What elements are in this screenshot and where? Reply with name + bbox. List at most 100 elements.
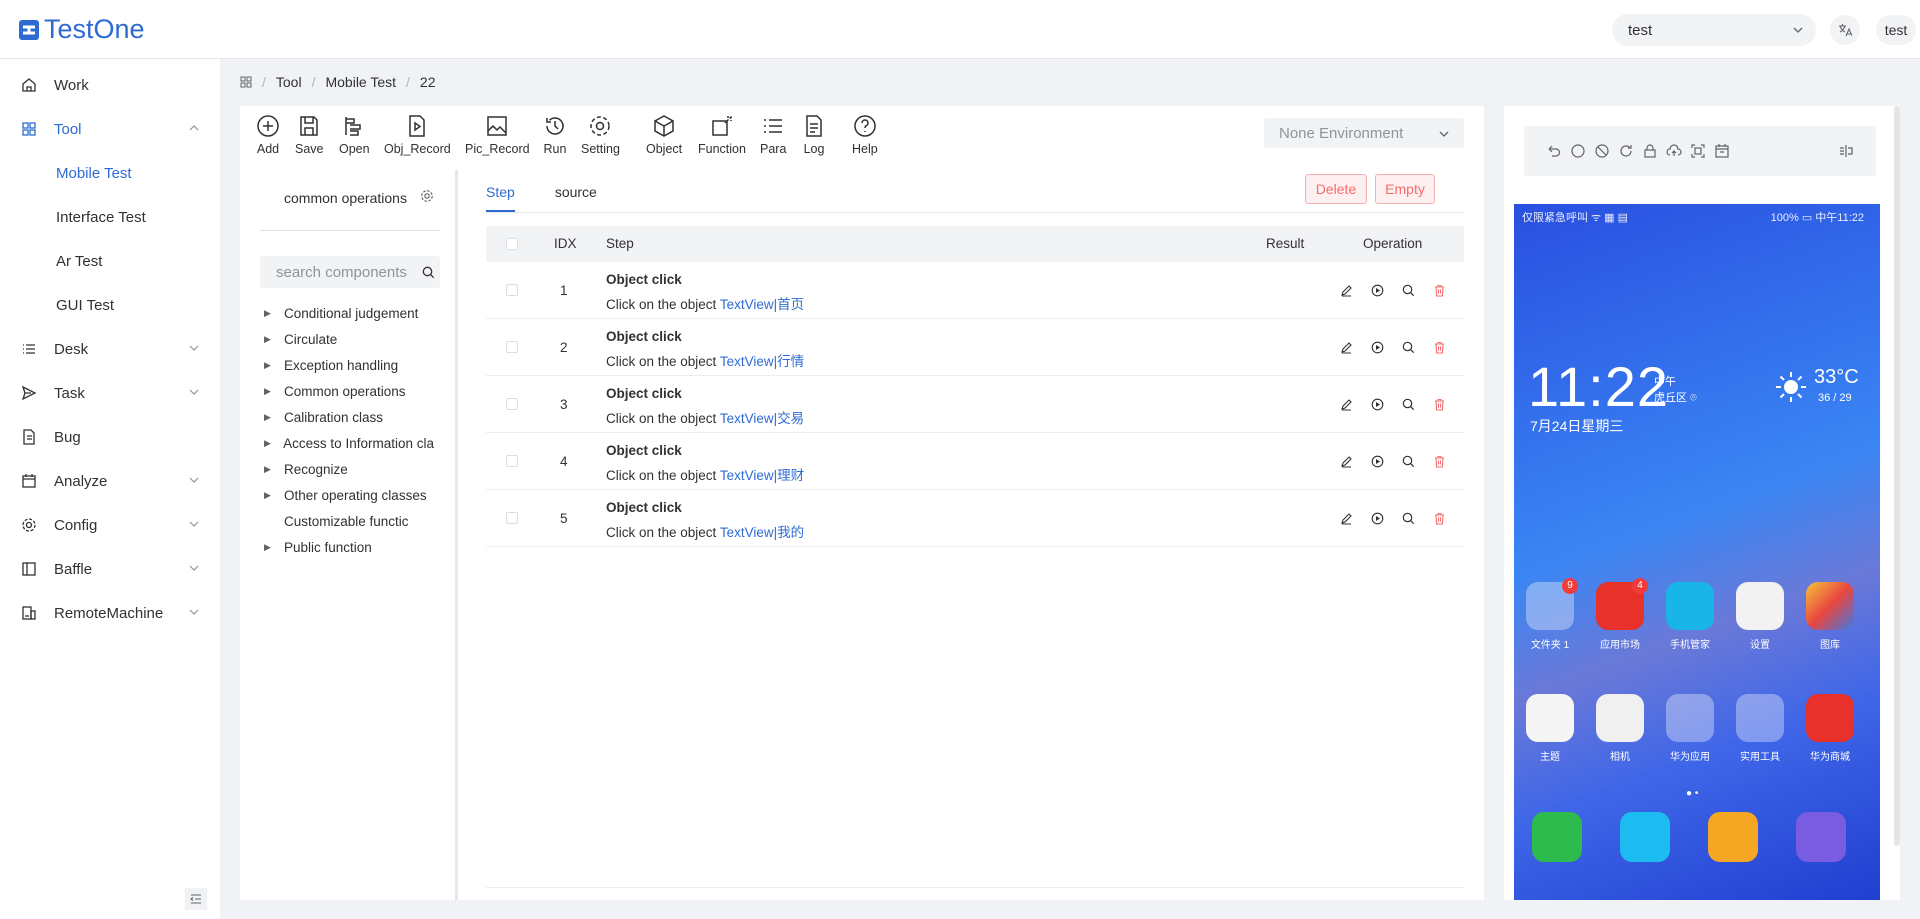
app-tools[interactable]: 实用工具 [1730,694,1790,763]
tree-node[interactable]: ▶ Exception handling [264,352,434,378]
sidebar-collapse-button[interactable] [185,888,207,910]
sidebar-subitem-mobile-test[interactable]: Mobile Test [0,151,220,195]
screenshot-icon[interactable] [1690,143,1706,159]
logo[interactable]: TestOne [18,14,145,45]
toolbar-para-button[interactable]: Para [760,114,786,156]
tree-node[interactable]: ▶ Calibration class [264,404,434,430]
app-gallery[interactable]: 图库 [1800,582,1860,651]
breadcrumb-tool[interactable]: Tool [276,74,302,90]
toolbar-save-button[interactable]: Save [295,114,324,156]
split-view-icon[interactable] [1838,143,1854,159]
language-button[interactable] [1830,15,1860,45]
toolbar-run-button[interactable]: Run [543,114,567,156]
breadcrumb-mobile-test[interactable]: Mobile Test [325,74,396,90]
row-checkbox[interactable] [506,341,518,353]
home-circle-icon[interactable] [1570,143,1586,159]
contacts-icon[interactable] [1708,812,1758,862]
sidebar-item-work[interactable]: Work [0,63,220,107]
toolbar-pic-record-button[interactable]: Pic_Record [465,114,530,156]
select-all-checkbox[interactable] [506,238,518,250]
project-select[interactable]: test [1612,14,1816,46]
app-settings[interactable]: 设置 [1730,582,1790,651]
components-title[interactable]: common operations [284,190,407,206]
row-checkbox[interactable] [506,284,518,296]
search-icon[interactable] [1402,341,1433,354]
tree-node[interactable]: ▶ Circulate [264,326,434,352]
run-step-icon[interactable] [1371,512,1402,525]
delete-icon[interactable] [1433,455,1464,468]
run-step-icon[interactable] [1371,284,1402,297]
search-icon[interactable] [1402,455,1433,468]
scrollbar[interactable] [1894,106,1900,846]
delete-icon[interactable] [1433,341,1464,354]
edit-icon[interactable] [1340,455,1371,468]
delete-button[interactable]: Delete [1305,174,1367,204]
sidebar-subitem-gui-test[interactable]: GUI Test [0,283,220,327]
toolbar-obj-record-button[interactable]: Obj_Record [384,114,451,156]
tree-node[interactable]: ▶ Other operating classes [264,482,434,508]
search-components-input[interactable]: search components [260,256,440,288]
tree-node[interactable]: ▶ Common operations [264,378,434,404]
toolbar-setting-button[interactable]: Setting [581,114,620,156]
app-vmall[interactable]: 华为商城 [1800,694,1860,763]
sidebar-item-analyze[interactable]: Analyze [0,459,220,503]
search-icon[interactable] [1402,512,1433,525]
tab-source[interactable]: source [555,184,597,212]
sidebar-item-bug[interactable]: Bug [0,415,220,459]
environment-select[interactable]: None Environment [1264,118,1464,148]
lock-icon[interactable] [1642,143,1658,159]
step-object-link[interactable]: TextView|我的 [720,525,804,540]
toolbar-add-button[interactable]: Add [256,114,280,156]
apps-icon[interactable] [240,76,252,88]
sidebar-subitem-interface-test[interactable]: Interface Test [0,195,220,239]
app-appgallery[interactable]: 4 应用市场 [1590,578,1650,651]
app-folder-1[interactable]: 9 文件夹 1 [1520,578,1580,651]
row-checkbox[interactable] [506,512,518,524]
table-row[interactable]: 1 Object click Click on the object TextVie… [486,262,1464,319]
step-object-link[interactable]: TextView|行情 [720,354,804,369]
step-object-link[interactable]: TextView|交易 [720,411,804,426]
sidebar-item-tool[interactable]: Tool [0,107,220,151]
tree-node[interactable]: ▶ Access to Information cla [264,430,434,456]
search-icon[interactable] [1402,398,1433,411]
toolbar-open-button[interactable]: Open [339,114,370,156]
edit-icon[interactable] [1340,512,1371,525]
tree-node[interactable]: Customizable functic [264,508,434,534]
app-camera[interactable]: 相机 [1590,694,1650,763]
table-row[interactable]: 3 Object click Click on the object TextVie… [486,376,1464,433]
edit-icon[interactable] [1340,284,1371,297]
sidebar-item-baffle[interactable]: Baffle [0,547,220,591]
edit-icon[interactable] [1340,398,1371,411]
cloud-upload-icon[interactable] [1666,143,1682,159]
run-step-icon[interactable] [1371,455,1402,468]
toolbar-help-button[interactable]: Help [852,114,878,156]
table-row[interactable]: 2 Object click Click on the object TextVie… [486,319,1464,376]
table-row[interactable]: 5 Object click Click on the object TextVie… [486,490,1464,547]
delete-icon[interactable] [1433,398,1464,411]
phone-dialer-icon[interactable] [1532,812,1582,862]
delete-icon[interactable] [1433,512,1464,525]
sidebar-item-config[interactable]: Config [0,503,220,547]
app-huawei-apps[interactable]: 华为应用 [1660,694,1720,763]
delete-icon[interactable] [1433,284,1464,297]
sidebar-item-task[interactable]: Task [0,371,220,415]
sidebar-subitem-ar-test[interactable]: Ar Test [0,239,220,283]
tree-node[interactable]: ▶ Recognize [264,456,434,482]
sidebar-item-desk[interactable]: Desk [0,327,220,371]
empty-button[interactable]: Empty [1375,174,1435,204]
search-icon[interactable] [1402,284,1433,297]
gear-icon[interactable] [420,189,434,203]
step-object-link[interactable]: TextView|理财 [720,468,804,483]
toolbar-object-button[interactable]: Object [646,114,682,156]
row-checkbox[interactable] [506,398,518,410]
device-screen[interactable]: 仅限紧急呼叫 ᯤ ▦ ▤ 100% ▭ 中午11:22 11:22 中午 虎丘区… [1514,204,1880,900]
app-themes[interactable]: 主题 [1520,694,1580,763]
table-row[interactable]: 4 Object click Click on the object TextVie… [486,433,1464,490]
run-step-icon[interactable] [1371,341,1402,354]
calendar-icon[interactable] [1714,143,1730,159]
sidebar-item-remotemachine[interactable]: RemoteMachine [0,591,220,635]
toolbar-log-button[interactable]: Log [802,114,826,156]
step-object-link[interactable]: TextView|首页 [720,297,804,312]
tab-step[interactable]: Step [486,184,515,212]
back-icon[interactable] [1546,143,1562,159]
